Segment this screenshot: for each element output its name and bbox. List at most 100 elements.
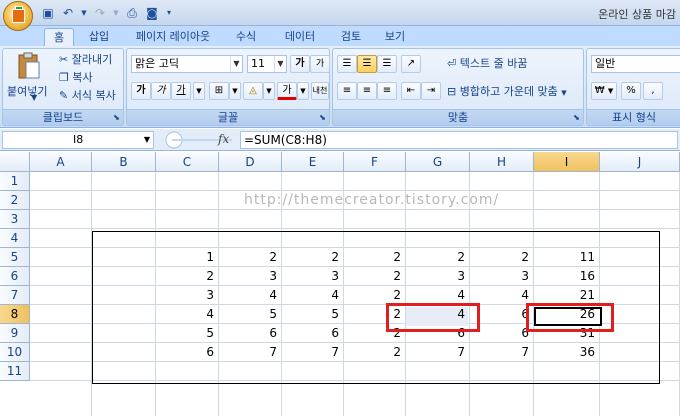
qat-customize-icon[interactable]: ▾ (164, 5, 174, 21)
column-header-f[interactable]: F (344, 152, 406, 172)
merge-center-button[interactable]: ⊟ 병합하고 가운데 맞춤 ▼ (447, 83, 567, 101)
wrap-text-button[interactable]: ⏎ 텍스트 줄 바꿈 (447, 55, 527, 73)
format-painter-button[interactable]: ✎ 서식 복사 (59, 87, 116, 105)
save-icon[interactable]: ▣ (40, 5, 56, 21)
underline-button[interactable]: 가 (171, 82, 191, 100)
shrink-font-button[interactable]: 가 (310, 55, 330, 73)
redo-icon[interactable]: ↷ (92, 5, 108, 21)
office-button[interactable] (3, 1, 33, 31)
cell-i5[interactable]: 11 (534, 248, 599, 266)
row-header-8[interactable]: 8 (0, 305, 30, 324)
cell-c10[interactable]: 6 (156, 343, 218, 361)
font-color-button[interactable]: 가 (277, 82, 297, 100)
tab-insert[interactable]: 삽입 (84, 28, 114, 46)
cell-h5[interactable]: 2 (470, 248, 533, 266)
number-format-combo[interactable]: 일반 (591, 55, 680, 73)
tab-formulas[interactable]: 수식 (228, 28, 264, 46)
redo-dropdown-icon[interactable]: ▼ (112, 5, 120, 21)
row-header-2[interactable]: 2 (0, 191, 30, 210)
phonetic-button[interactable]: 내천 (311, 82, 329, 100)
border-icon[interactable]: ⊞ (209, 82, 229, 100)
fill-color-icon[interactable]: ◬ (243, 82, 263, 100)
cell-e6[interactable]: 3 (282, 267, 343, 285)
insert-function-icon[interactable]: fx (218, 132, 229, 146)
cell-c9[interactable]: 5 (156, 324, 218, 342)
grow-font-button[interactable]: 가 (290, 55, 310, 73)
select-all-corner[interactable] (0, 152, 30, 172)
cell-g6[interactable]: 3 (406, 267, 469, 285)
font-launcher-icon[interactable]: ⬊ (318, 113, 327, 122)
row-header-3[interactable]: 3 (0, 210, 30, 229)
tab-page-layout[interactable]: 페이지 레이아웃 (128, 28, 218, 46)
column-header-e[interactable]: E (282, 152, 344, 172)
cell-f6[interactable]: 2 (344, 267, 405, 285)
undo-icon[interactable]: ↶ (60, 5, 76, 21)
comma-button[interactable]: , (643, 82, 663, 100)
cell-i6[interactable]: 16 (534, 267, 599, 285)
clipboard-launcher-icon[interactable]: ⬊ (112, 113, 121, 122)
camera-icon[interactable]: ◙ (144, 5, 160, 21)
cut-button[interactable]: ✂ 잘라내기 (59, 51, 112, 69)
cell-e8[interactable]: 5 (282, 305, 343, 323)
column-header-b[interactable]: B (92, 152, 156, 172)
font-name-combo[interactable]: 맑은 고딕 ▼ (131, 55, 243, 73)
column-header-j[interactable]: J (600, 152, 680, 172)
currency-button[interactable]: ₩ ▼ (591, 82, 617, 100)
cell-i7[interactable]: 21 (534, 286, 599, 304)
row-header-5[interactable]: 5 (0, 248, 30, 267)
italic-button[interactable]: 가 (151, 82, 171, 100)
font-color-dropdown-icon[interactable]: ▼ (297, 82, 309, 100)
cell-d7[interactable]: 4 (219, 286, 281, 304)
name-box-dropdown-icon[interactable]: ▼ (140, 131, 154, 149)
column-header-c[interactable]: C (156, 152, 219, 172)
cell-e10[interactable]: 7 (282, 343, 343, 361)
paste-icon[interactable] (17, 52, 41, 80)
orientation-icon[interactable]: ↗ (401, 55, 421, 73)
fill-dropdown-icon[interactable]: ▼ (263, 82, 275, 100)
print-preview-icon[interactable]: ⎙ (124, 5, 140, 21)
cell-c6[interactable]: 2 (156, 267, 218, 285)
cell-f5[interactable]: 2 (344, 248, 405, 266)
cell-h7[interactable]: 4 (470, 286, 533, 304)
cell-i10[interactable]: 36 (534, 343, 599, 361)
column-header-g[interactable]: G (406, 152, 470, 172)
align-top-icon[interactable]: ☰ (337, 55, 357, 73)
align-right-icon[interactable]: ≡ (377, 82, 397, 100)
copy-button[interactable]: ❐ 복사 (59, 69, 93, 87)
cell-d8[interactable]: 5 (219, 305, 281, 323)
cell-c5[interactable]: 1 (156, 248, 218, 266)
row-header-7[interactable]: 7 (0, 286, 30, 305)
tab-home[interactable]: 홈 (44, 28, 74, 46)
undo-dropdown-icon[interactable]: ▼ (80, 5, 88, 21)
align-middle-icon[interactable]: ☰ (357, 55, 377, 73)
row-header-9[interactable]: 9 (0, 324, 30, 343)
tab-review[interactable]: 검토 (334, 28, 368, 46)
cell-d10[interactable]: 7 (219, 343, 281, 361)
tab-data[interactable]: 데이터 (278, 28, 322, 46)
font-size-combo[interactable]: 11 ▼ (247, 55, 287, 73)
cell-f10[interactable]: 2 (344, 343, 405, 361)
paste-dropdown-icon[interactable]: ▼ (31, 89, 37, 107)
cell-h10[interactable]: 7 (470, 343, 533, 361)
align-center-icon[interactable]: ≡ (357, 82, 377, 100)
cell-d9[interactable]: 6 (219, 324, 281, 342)
cell-e9[interactable]: 6 (282, 324, 343, 342)
align-bottom-icon[interactable]: ☰ (377, 55, 397, 73)
align-left-icon[interactable]: ≡ (337, 82, 357, 100)
column-header-d[interactable]: D (219, 152, 282, 172)
row-header-10[interactable]: 10 (0, 343, 30, 362)
cell-d5[interactable]: 2 (219, 248, 281, 266)
cell-d6[interactable]: 3 (219, 267, 281, 285)
column-header-a[interactable]: A (30, 152, 92, 172)
tab-view[interactable]: 보기 (378, 28, 412, 46)
decrease-indent-icon[interactable]: ⇤ (401, 82, 421, 100)
cell-e5[interactable]: 2 (282, 248, 343, 266)
cell-e7[interactable]: 4 (282, 286, 343, 304)
column-header-h[interactable]: H (470, 152, 534, 172)
cell-c8[interactable]: 4 (156, 305, 218, 323)
cell-f7[interactable]: 2 (344, 286, 405, 304)
row-header-6[interactable]: 6 (0, 267, 30, 286)
paste-button[interactable]: 붙여넣기 (7, 83, 47, 101)
row-header-1[interactable]: 1 (0, 172, 30, 191)
column-header-i[interactable]: I (534, 152, 600, 172)
